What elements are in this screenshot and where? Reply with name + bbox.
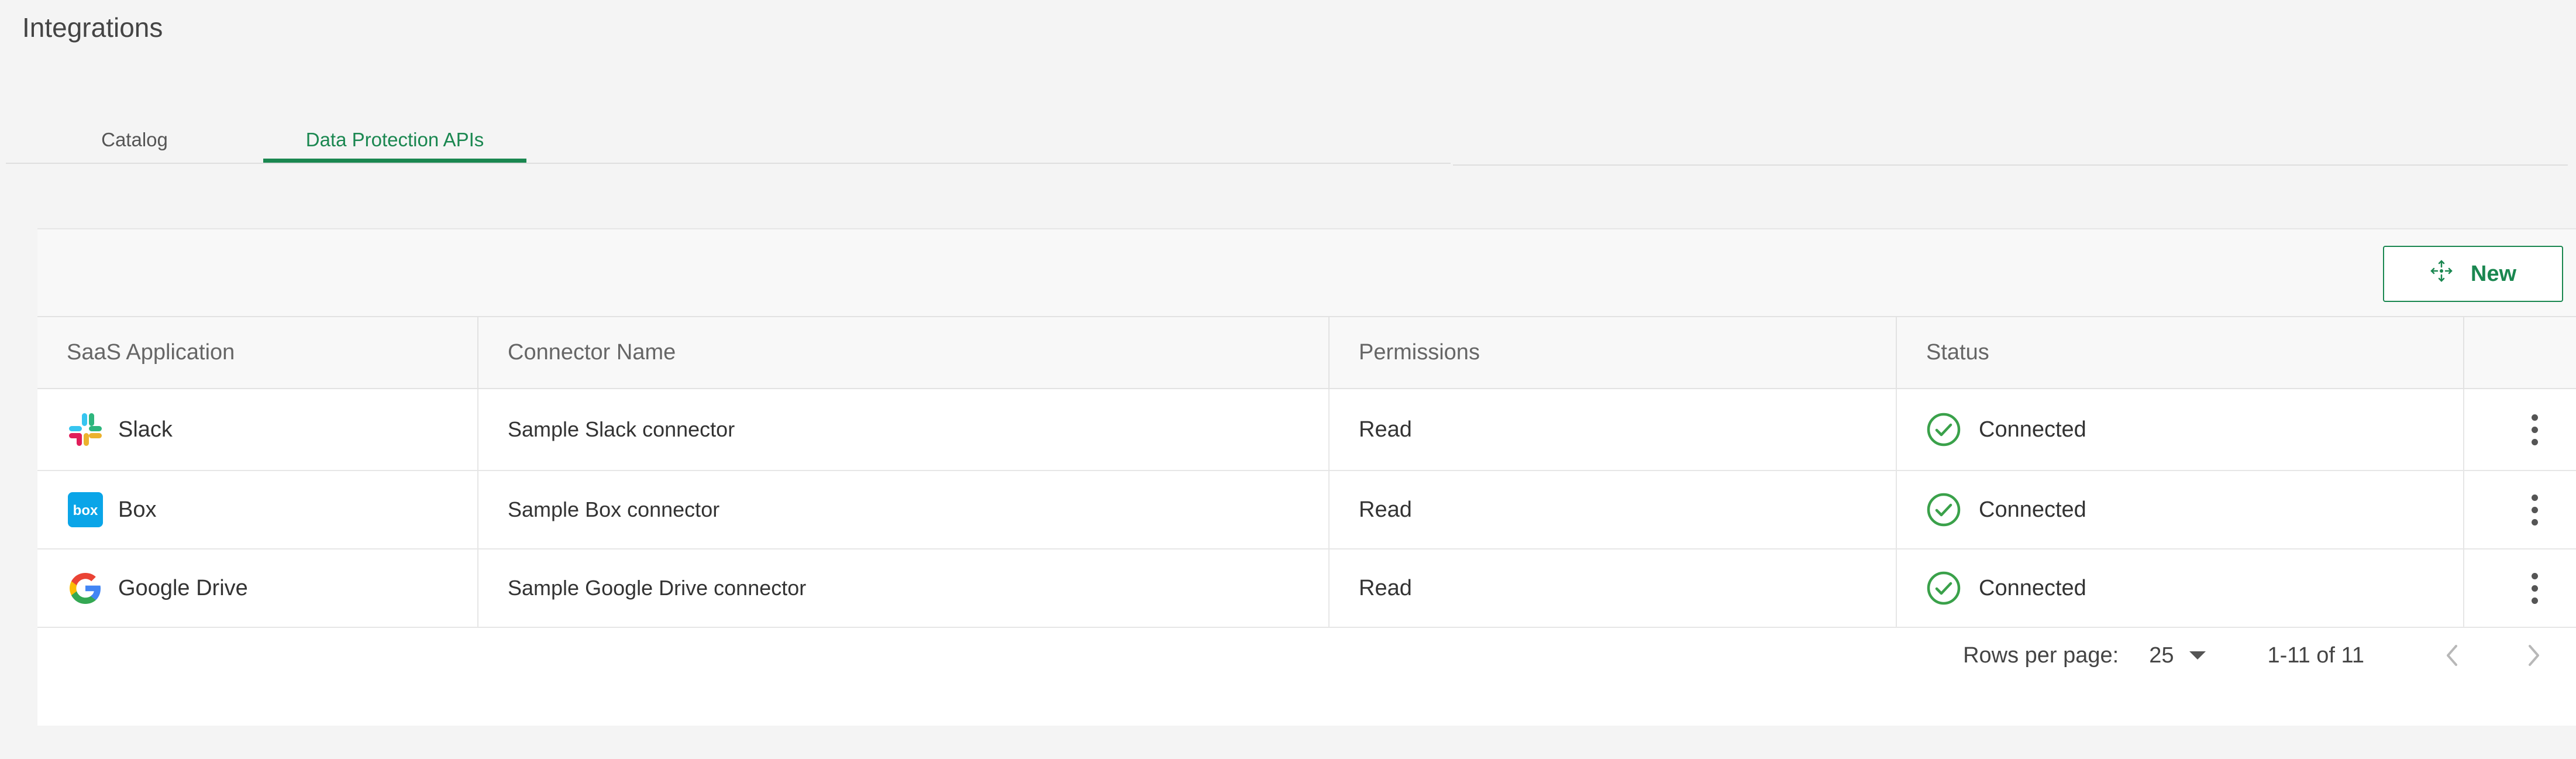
new-connector-button[interactable]: New bbox=[2383, 246, 2563, 302]
row-actions-cell bbox=[2464, 470, 2576, 549]
next-page-button[interactable] bbox=[2516, 638, 2551, 673]
saas-application-cell: box Box bbox=[37, 470, 478, 549]
check-circle-icon bbox=[1926, 571, 1961, 606]
row-actions-cell bbox=[2464, 389, 2576, 471]
status-cell: Connected bbox=[1896, 549, 2464, 628]
table-row[interactable]: Google Drive Sample Google Drive connect… bbox=[37, 549, 2576, 628]
saas-application-cell: Slack bbox=[37, 389, 478, 471]
status-cell: Connected bbox=[1896, 389, 2464, 471]
connector-name-cell[interactable]: Sample Slack connector bbox=[478, 389, 1330, 471]
connector-name-cell[interactable]: Sample Google Drive connector bbox=[478, 549, 1330, 628]
permissions-cell: Read bbox=[1329, 470, 1897, 549]
check-circle-icon bbox=[1926, 492, 1961, 527]
slack-logo-icon bbox=[67, 411, 104, 448]
rows-per-page-value: 25 bbox=[2149, 643, 2174, 668]
status-text: Connected bbox=[1979, 417, 2086, 442]
column-header-saas-application[interactable]: SaaS Application bbox=[37, 317, 478, 389]
caret-down-icon bbox=[2189, 651, 2206, 660]
app-name: Google Drive bbox=[118, 575, 248, 600]
app-name: Box bbox=[118, 497, 157, 522]
google-logo-icon bbox=[67, 569, 104, 607]
tab-data-protection-apis[interactable]: Data Protection APIs bbox=[263, 108, 526, 164]
svg-text:box: box bbox=[73, 503, 98, 518]
column-header-actions bbox=[2464, 317, 2576, 389]
app-name: Slack bbox=[118, 417, 173, 442]
permissions-cell: Read bbox=[1329, 549, 1897, 628]
connector-name-cell[interactable]: Sample Box connector bbox=[478, 470, 1330, 549]
move-icon bbox=[2430, 259, 2453, 289]
tab-divider bbox=[1453, 164, 2568, 166]
status-text: Connected bbox=[1979, 575, 2086, 600]
previous-page-button[interactable] bbox=[2434, 638, 2470, 673]
rows-per-page-label: Rows per page: bbox=[1963, 643, 2119, 668]
tab-divider bbox=[6, 163, 1451, 164]
chevron-right-icon bbox=[2529, 645, 2539, 666]
more-options-icon[interactable] bbox=[2494, 572, 2575, 604]
status-cell: Connected bbox=[1896, 470, 2464, 549]
column-header-connector-name[interactable]: Connector Name bbox=[478, 317, 1330, 389]
table-header-row: SaaS Application Connector Name Permissi… bbox=[37, 317, 2576, 389]
table-row[interactable]: Slack Sample Slack connector Read Connec… bbox=[37, 389, 2576, 471]
permissions-cell: Read bbox=[1329, 389, 1897, 471]
connectors-table: SaaS Application Connector Name Permissi… bbox=[37, 317, 2576, 628]
column-header-permissions[interactable]: Permissions bbox=[1329, 317, 1897, 389]
new-button-label: New bbox=[2470, 261, 2517, 286]
pagination-range: 1-11 of 11 bbox=[2267, 643, 2365, 668]
more-options-icon[interactable] bbox=[2494, 414, 2575, 445]
check-circle-icon bbox=[1926, 412, 1961, 447]
column-header-status[interactable]: Status bbox=[1896, 317, 2464, 389]
connectors-card: New SaaS Application Connector Name Perm… bbox=[37, 228, 2576, 726]
table-toolbar: New bbox=[37, 228, 2576, 317]
page-title: Integrations bbox=[22, 12, 163, 43]
box-logo-icon: box bbox=[67, 491, 104, 528]
status-text: Connected bbox=[1979, 497, 2086, 522]
tab-bar: Catalog Data Protection APIs bbox=[6, 88, 2568, 164]
tab-catalog[interactable]: Catalog bbox=[6, 108, 263, 164]
saas-application-cell: Google Drive bbox=[37, 549, 478, 628]
row-actions-cell bbox=[2464, 549, 2576, 628]
rows-per-page-select[interactable]: 25 bbox=[2149, 643, 2206, 668]
more-options-icon[interactable] bbox=[2494, 494, 2575, 526]
table-row[interactable]: box Box Sample Box connector Read Connec… bbox=[37, 470, 2576, 549]
pagination-bar: Rows per page: 25 1-11 of 11 bbox=[37, 620, 2576, 691]
chevron-left-icon bbox=[2447, 645, 2457, 666]
